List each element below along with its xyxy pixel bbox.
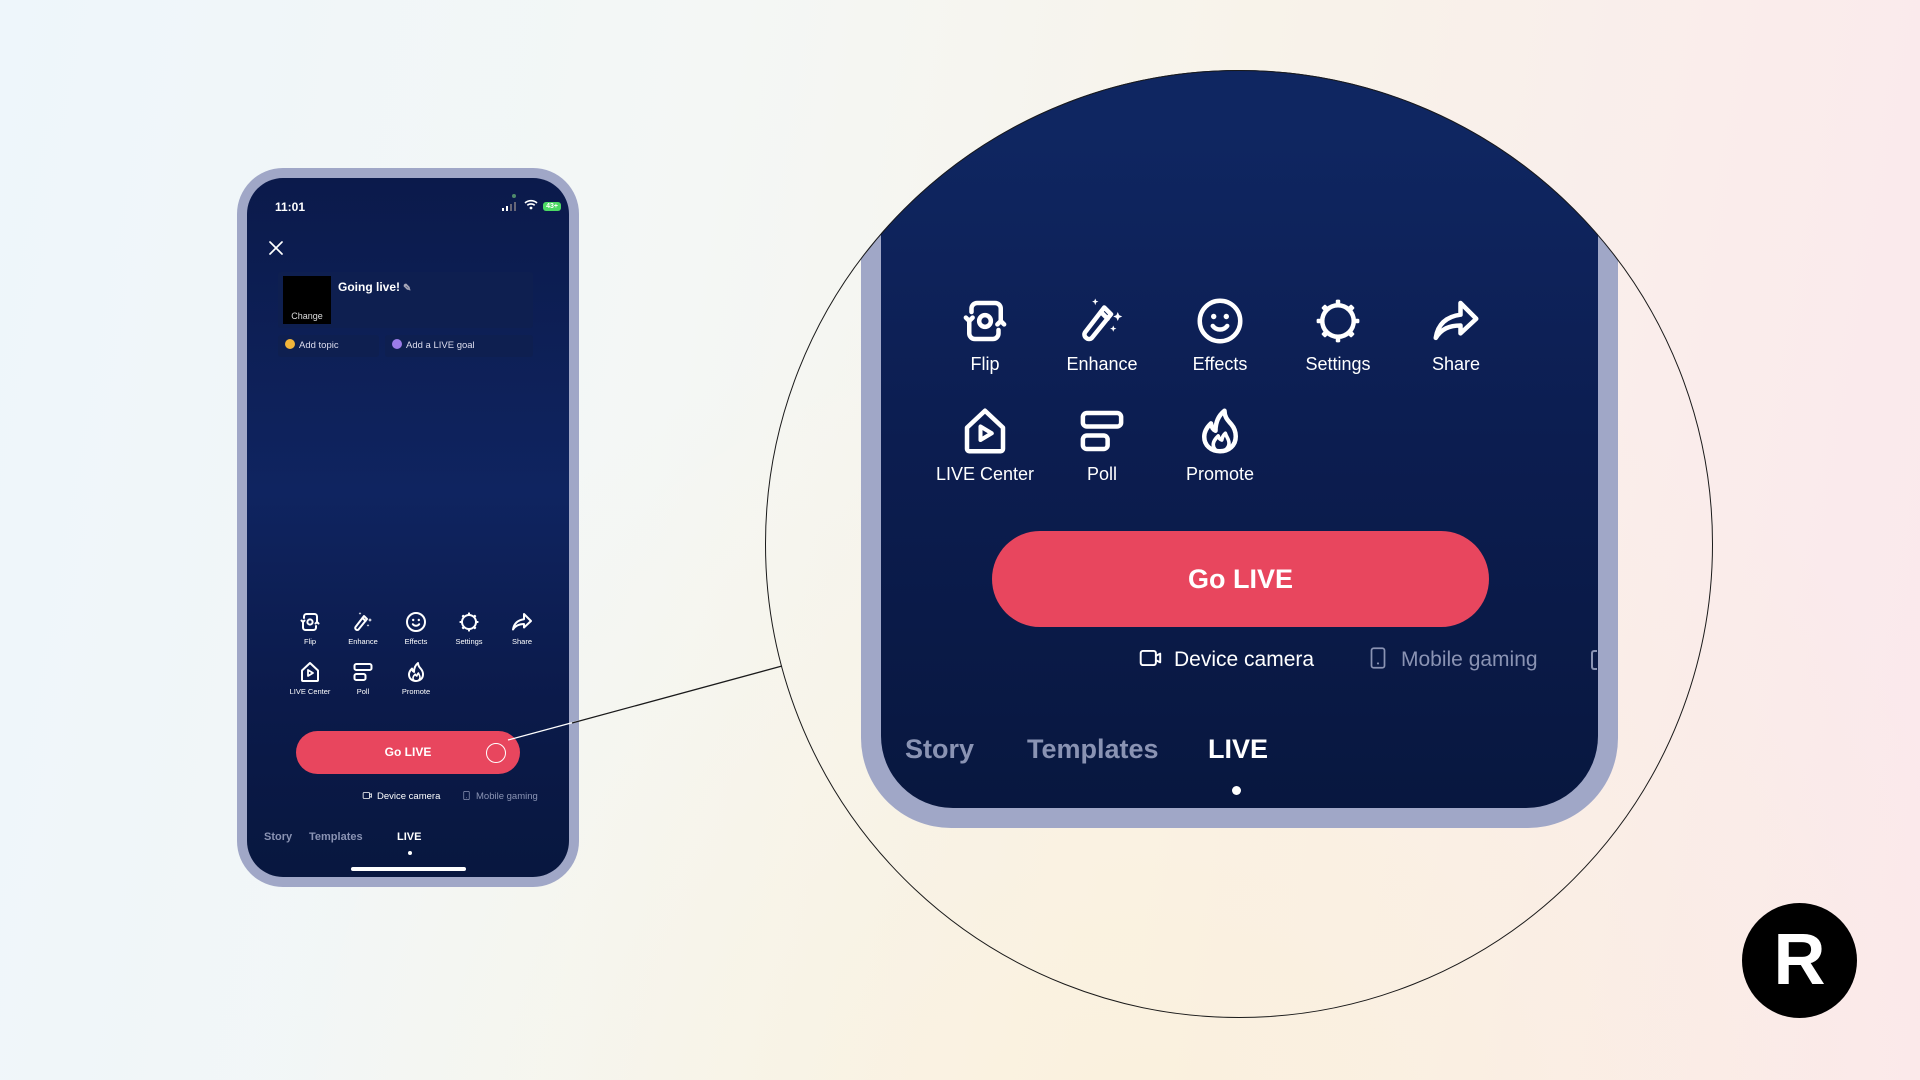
home-indicator xyxy=(351,867,466,871)
mode-mobile-gaming[interactable]: Mobile gaming xyxy=(461,790,538,802)
tab-templates[interactable]: Templates xyxy=(1027,734,1159,765)
phone-screen: 11:01 43+ Change Going live! ✎ Add topic … xyxy=(247,178,569,877)
camera-icon xyxy=(362,790,373,801)
tool-label: Poll xyxy=(1086,464,1117,484)
gear-icon xyxy=(457,610,481,634)
tool-label: Settings xyxy=(455,637,483,646)
tab-templates[interactable]: Templates xyxy=(309,831,363,843)
tool-label: Poll xyxy=(356,687,370,696)
wifi-icon xyxy=(524,199,538,210)
magic-wand-icon xyxy=(351,610,375,634)
mode-label: Mobile gaming xyxy=(1401,648,1538,671)
tool-promote[interactable]: Promote xyxy=(1160,404,1280,485)
tab-live[interactable]: LIVE xyxy=(1208,734,1268,765)
mode-device-camera[interactable]: Device camera xyxy=(362,790,440,802)
battery-indicator: 43+ xyxy=(543,202,561,211)
flame-icon xyxy=(1193,404,1247,458)
tool-poll[interactable]: Poll xyxy=(336,660,390,696)
magic-wand-icon xyxy=(1075,294,1129,348)
smiley-face-icon xyxy=(1193,294,1247,348)
tool-poll[interactable]: Poll xyxy=(1042,404,1162,485)
add-topic-label: Add topic xyxy=(299,340,339,351)
highlight-ring xyxy=(486,743,506,763)
go-live-label: Go LIVE xyxy=(384,745,432,759)
tool-flip[interactable]: Flip xyxy=(925,294,1045,375)
tool-live-center[interactable]: LIVE Center xyxy=(925,404,1045,485)
add-topic-button[interactable]: Add topic xyxy=(278,335,379,357)
next-mode-icon[interactable] xyxy=(1591,650,1597,670)
go-live-button[interactable]: Go LIVE xyxy=(992,531,1489,627)
tool-enhance[interactable]: Enhance xyxy=(336,610,390,646)
phone-icon xyxy=(461,790,472,801)
tool-label: LIVE Center xyxy=(935,464,1035,484)
tab-story[interactable]: Story xyxy=(905,734,974,765)
active-tab-indicator xyxy=(1232,786,1241,795)
stream-thumbnail[interactable]: Change xyxy=(283,276,331,324)
flip-camera-icon xyxy=(958,294,1012,348)
tool-label: LIVE Center xyxy=(289,687,331,696)
tool-label: Share xyxy=(1431,354,1481,374)
mode-device-camera[interactable]: Device camera xyxy=(1138,645,1314,672)
tab-live[interactable]: LIVE xyxy=(397,831,421,843)
goal-target-icon xyxy=(392,339,402,349)
phone-icon xyxy=(1365,645,1391,671)
stream-title-text: Going live! xyxy=(338,280,401,294)
tool-flip[interactable]: Flip xyxy=(283,610,337,646)
tool-effects[interactable]: Effects xyxy=(1160,294,1280,375)
add-goal-label: Add a LIVE goal xyxy=(406,340,475,351)
go-live-button[interactable]: Go LIVE xyxy=(296,731,520,774)
tool-effects[interactable]: Effects xyxy=(389,610,443,646)
tool-enhance[interactable]: Enhance xyxy=(1042,294,1162,375)
cellular-signal-icon xyxy=(502,202,516,211)
tool-label: Effects xyxy=(404,637,428,646)
tool-label: Share xyxy=(511,637,532,646)
tool-label: Flip xyxy=(303,637,317,646)
tool-settings[interactable]: Settings xyxy=(442,610,496,646)
live-center-home-icon xyxy=(298,660,322,684)
flip-camera-icon xyxy=(298,610,322,634)
poll-icon xyxy=(1075,404,1129,458)
magnified-screen: Flip Enhance Effects Settings Share LIVE… xyxy=(881,70,1598,808)
active-tab-indicator xyxy=(408,851,412,855)
flame-icon xyxy=(404,660,428,684)
go-live-label: Go LIVE xyxy=(1187,564,1293,594)
share-arrow-icon xyxy=(510,610,534,634)
tool-settings[interactable]: Settings xyxy=(1278,294,1398,375)
share-arrow-icon xyxy=(1429,294,1483,348)
tab-story[interactable]: Story xyxy=(264,831,292,843)
poll-icon xyxy=(351,660,375,684)
tool-share[interactable]: Share xyxy=(495,610,549,646)
magnified-view: Flip Enhance Effects Settings Share LIVE… xyxy=(765,70,1713,1018)
live-center-home-icon xyxy=(958,404,1012,458)
close-icon[interactable] xyxy=(268,240,284,256)
status-time: 11:01 xyxy=(275,200,306,214)
mode-label: Device camera xyxy=(1174,648,1315,671)
mode-mobile-gaming[interactable]: Mobile gaming xyxy=(1365,645,1538,672)
gear-icon xyxy=(1311,294,1365,348)
tool-label: Enhance xyxy=(348,637,378,646)
tool-label: Flip xyxy=(970,354,1000,374)
stream-title[interactable]: Going live! ✎ xyxy=(338,280,411,294)
tool-label: Enhance xyxy=(1066,354,1138,374)
add-live-goal-button[interactable]: Add a LIVE goal xyxy=(385,335,533,357)
camera-indicator-icon xyxy=(512,194,516,198)
edit-pencil-icon[interactable]: ✎ xyxy=(403,283,411,294)
tool-promote[interactable]: Promote xyxy=(389,660,443,696)
stream-info-card: Change Going live! ✎ xyxy=(278,272,533,328)
tool-label: Promote xyxy=(1185,464,1255,484)
mode-label: Device camera xyxy=(377,791,441,802)
camera-icon xyxy=(1138,645,1164,671)
smiley-face-icon xyxy=(404,610,428,634)
magnified-phone: Flip Enhance Effects Settings Share LIVE… xyxy=(861,70,1618,828)
mode-label: Mobile gaming xyxy=(476,791,538,802)
brand-logo-badge: R xyxy=(1742,903,1857,1018)
tool-live-center[interactable]: LIVE Center xyxy=(283,660,337,696)
change-thumbnail-link[interactable]: Change xyxy=(283,311,331,321)
tool-label: Promote xyxy=(401,687,431,696)
phone-preview: 11:01 43+ Change Going live! ✎ Add topic … xyxy=(237,168,579,887)
topic-hash-icon xyxy=(285,339,295,349)
tool-label: Settings xyxy=(1305,354,1371,374)
tool-share[interactable]: Share xyxy=(1396,294,1516,375)
tool-label: Effects xyxy=(1192,354,1248,374)
